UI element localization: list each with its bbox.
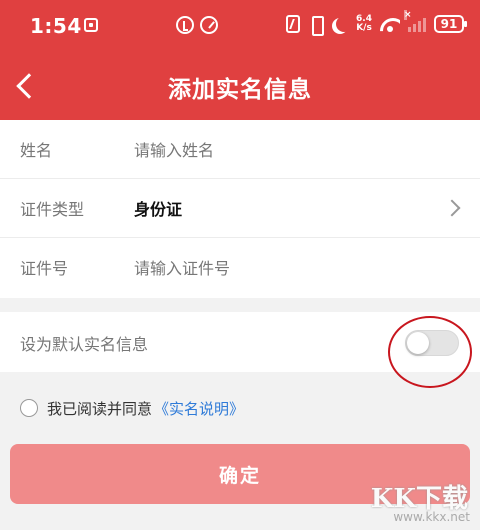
- watermark: KK下载 www.kkx.net: [362, 478, 476, 528]
- status-time: 1:54: [30, 14, 82, 38]
- default-setting-label: 设为默认实名信息: [20, 335, 149, 354]
- nav-bar: 添加实名信息: [0, 52, 480, 120]
- name-label: 姓名: [20, 141, 53, 160]
- id-type-label: 证件类型: [20, 200, 85, 219]
- watermark-url: www.kkx.net: [393, 510, 470, 524]
- status-right-group: 6.4 K/s × 91: [286, 10, 467, 36]
- agreement-row: 我已阅读并同意 《实名说明》: [20, 396, 244, 420]
- status-indicators: [176, 16, 218, 34]
- agreement-link[interactable]: 《实名说明》: [154, 398, 244, 419]
- status-bar: 1:54 6.4 K/s × 91: [0, 0, 480, 52]
- network-speed-unit: K/s: [356, 23, 372, 33]
- power-saving-icon: [176, 16, 194, 34]
- form-row-id-number: 证件号: [0, 238, 480, 297]
- form-row-name: 姓名: [0, 120, 480, 179]
- wifi-icon: [380, 16, 400, 32]
- chevron-right-icon[interactable]: [446, 200, 460, 214]
- id-number-input[interactable]: [134, 251, 434, 285]
- form-row-id-type[interactable]: 证件类型 身份证: [0, 179, 480, 238]
- app-header: 1:54 6.4 K/s × 91 添加实名信息: [0, 0, 480, 120]
- page-title: 添加实名信息: [168, 77, 312, 103]
- agree-checkbox[interactable]: [20, 399, 38, 417]
- notification-app-icon: [84, 18, 98, 32]
- real-name-form: 姓名 证件类型 身份证 证件号: [0, 120, 480, 298]
- id-type-value[interactable]: 身份证: [134, 196, 182, 220]
- network-speed: 6.4 K/s: [356, 15, 372, 33]
- nfc-icon: [286, 15, 301, 33]
- annotation-circle: [388, 316, 472, 388]
- signal-icon: ×: [404, 10, 426, 32]
- speedometer-icon: [200, 16, 218, 34]
- battery-icon: 91: [434, 15, 467, 33]
- do-not-disturb-icon: [336, 16, 352, 32]
- vibrate-icon: [308, 15, 325, 36]
- name-input[interactable]: [134, 133, 434, 167]
- agreement-text: 我已阅读并同意: [47, 399, 153, 418]
- id-number-label: 证件号: [20, 259, 69, 278]
